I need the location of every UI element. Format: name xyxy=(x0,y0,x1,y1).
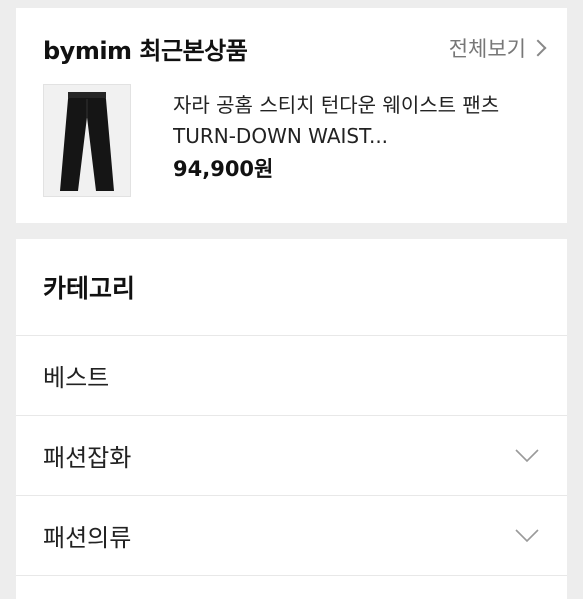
category-label: 패션의류 xyxy=(43,524,132,552)
view-all-label: 전체보기 xyxy=(448,37,526,61)
chevron-down-icon[interactable] xyxy=(515,528,539,543)
categories-panel: 카테고리 베스트 패션잡화 패션의류 xyxy=(16,239,567,599)
pants-image xyxy=(60,91,114,191)
product-info: 자라 공홈 스티치 턴다운 웨이스트 팬츠 TURN-DOWN WAIST...… xyxy=(173,90,543,197)
recent-products-title: bymim 최근본상품 xyxy=(43,36,248,65)
category-item-fashion-goods[interactable]: 패션잡화 xyxy=(16,416,567,496)
recent-products-header: bymim 최근본상품 전체보기 xyxy=(43,30,547,66)
categories-title: 카테고리 xyxy=(16,239,567,336)
chevron-down-icon[interactable] xyxy=(515,448,539,463)
category-label: 패션잡화 xyxy=(43,444,132,472)
recent-products-panel: bymim 최근본상품 전체보기 자라 공홈 스티치 턴다운 웨이스트 팬츠 T… xyxy=(16,8,567,223)
product-price: 94,900원 xyxy=(173,157,274,181)
view-all-link[interactable]: 전체보기 xyxy=(449,33,547,63)
chevron-right-icon xyxy=(529,39,547,57)
category-item-best[interactable]: 베스트 xyxy=(16,336,567,416)
product-name[interactable]: 자라 공홈 스티치 턴다운 웨이스트 팬츠 TURN-DOWN WAIST... xyxy=(173,90,543,152)
category-item-fashion-clothing[interactable]: 패션의류 xyxy=(16,496,567,576)
category-label: 베스트 xyxy=(43,364,110,392)
product-thumbnail[interactable] xyxy=(43,84,131,197)
recent-product-item[interactable]: 자라 공홈 스티치 턴다운 웨이스트 팬츠 TURN-DOWN WAIST...… xyxy=(43,84,547,197)
